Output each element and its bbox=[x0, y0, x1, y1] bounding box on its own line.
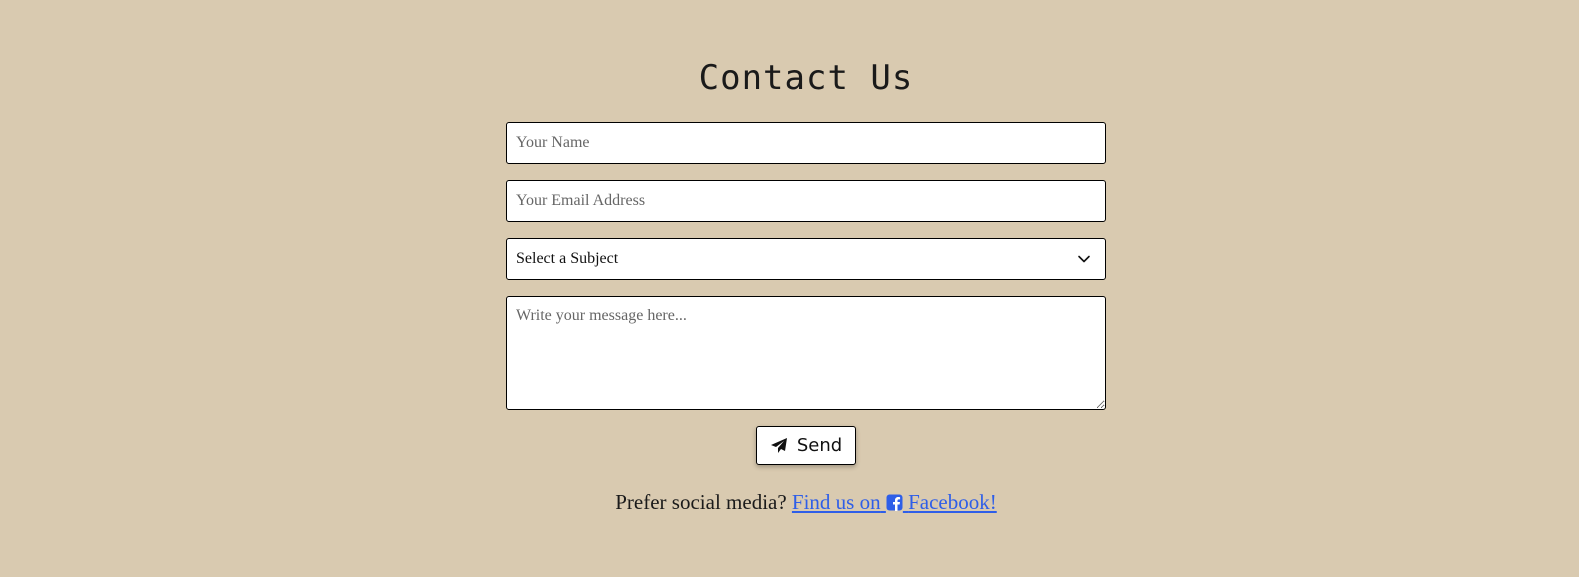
facebook-link[interactable]: Find us on Facebook! bbox=[792, 490, 997, 514]
facebook-link-suffix: Facebook! bbox=[908, 490, 997, 514]
facebook-square-icon bbox=[886, 494, 903, 511]
chevron-down-icon bbox=[1078, 255, 1090, 263]
message-field[interactable] bbox=[506, 296, 1106, 410]
send-button[interactable]: Send bbox=[756, 426, 856, 465]
page-title: Contact Us bbox=[698, 58, 914, 98]
social-media-line: Prefer social media? Find us on Facebook… bbox=[506, 488, 1106, 516]
paper-plane-icon bbox=[770, 437, 787, 453]
subject-select-value: Select a Subject bbox=[516, 250, 619, 267]
facebook-link-prefix: Find us on bbox=[791, 490, 881, 514]
social-prompt: Prefer social media? bbox=[615, 490, 787, 514]
send-button-label: Send bbox=[796, 435, 843, 456]
subject-select[interactable]: Select a Subject bbox=[506, 238, 1106, 280]
name-field[interactable] bbox=[506, 122, 1106, 164]
email-field[interactable] bbox=[506, 180, 1106, 222]
